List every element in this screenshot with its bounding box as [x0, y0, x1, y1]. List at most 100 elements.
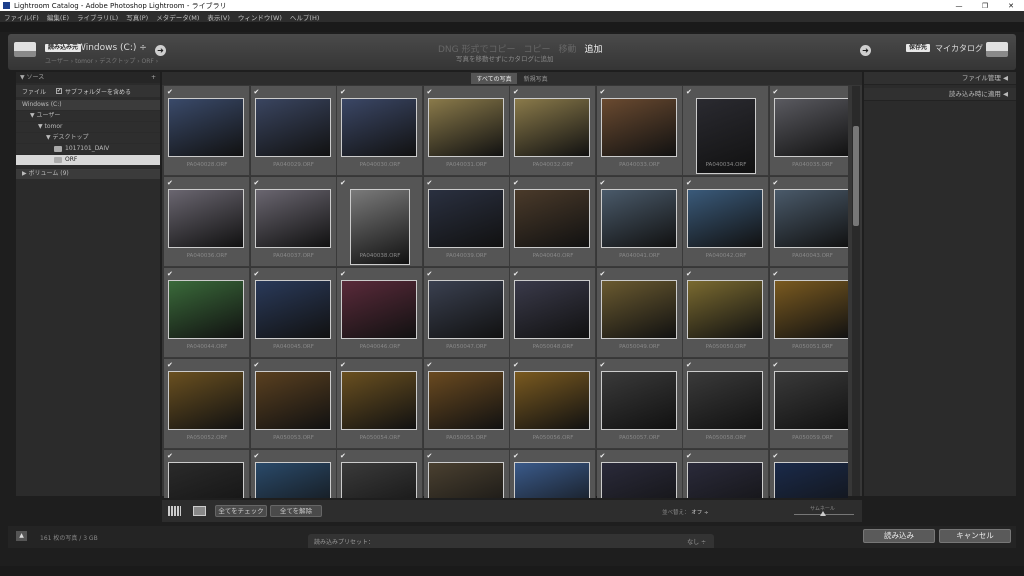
thumbnail-checkbox[interactable]: ✔ — [513, 88, 521, 96]
uncheck-all-button[interactable]: 全てを解除 — [270, 505, 322, 517]
apply-during-import-section[interactable]: 読み込み時に適用 ◀ — [864, 88, 1016, 101]
thumbnail-image[interactable] — [687, 280, 763, 339]
thumbnail-cell[interactable]: ✔ PA040035.ORF — [769, 86, 848, 176]
cancel-button[interactable]: キャンセル — [939, 529, 1011, 543]
thumbnail-checkbox[interactable]: ✔ — [340, 88, 348, 96]
include-subfolders-label[interactable]: サブフォルダーを含める — [65, 87, 131, 96]
thumbnail-checkbox[interactable]: ✔ — [167, 270, 175, 278]
thumbnail-cell[interactable]: ✔ — [250, 450, 337, 498]
thumbnail-checkbox[interactable]: ✔ — [167, 88, 175, 96]
thumbnail-image[interactable] — [427, 371, 504, 430]
thumbnail-cell[interactable]: ✔ PA040038.ORF — [337, 177, 423, 267]
thumbnail-cell[interactable]: ✔ PA040033.ORF — [596, 86, 683, 176]
thumbnail-image[interactable] — [427, 462, 504, 498]
thumbnail-checkbox[interactable]: ✔ — [600, 270, 608, 278]
thumbnail-cell[interactable]: ✔ PA050054.ORF — [337, 359, 423, 449]
menu-window[interactable]: ウィンドウ(W) — [238, 12, 282, 22]
thumbnail-image[interactable] — [600, 280, 677, 339]
thumbnail-cell[interactable]: ✔ PA050057.ORF — [596, 359, 683, 449]
collapse-arrow-icon[interactable]: ▲ — [16, 531, 27, 541]
thumbnail-image[interactable] — [773, 462, 848, 498]
grid-scrollbar[interactable] — [852, 86, 860, 496]
loupe-view-icon[interactable] — [193, 506, 206, 516]
thumbnail-cell[interactable]: ✔ — [164, 450, 250, 498]
thumbnail-checkbox[interactable]: ✔ — [513, 361, 521, 369]
source-panel-header[interactable]: ▼ ソース + — [16, 72, 160, 83]
minimize-button[interactable]: — — [946, 2, 972, 10]
volumes-header[interactable]: ▶ ボリューム (9) — [16, 169, 160, 179]
menu-file[interactable]: ファイル(F) — [4, 12, 39, 22]
thumbnail-cell[interactable]: ✔ — [423, 450, 510, 498]
thumbnail-image[interactable] — [514, 98, 590, 157]
thumbnail-checkbox[interactable]: ✔ — [600, 88, 608, 96]
thumbnail-checkbox[interactable]: ✔ — [686, 270, 694, 278]
maximize-button[interactable]: ❐ — [972, 2, 998, 10]
thumbnail-checkbox[interactable]: ✔ — [427, 361, 435, 369]
thumbnail-cell[interactable]: ✔ PA040044.ORF — [164, 268, 250, 358]
thumbnail-image[interactable] — [254, 280, 331, 339]
thumbnail-checkbox[interactable]: ✔ — [773, 179, 781, 187]
thumbnail-image[interactable] — [514, 462, 590, 498]
thumbnail-checkbox[interactable]: ✔ — [513, 270, 521, 278]
thumbnail-cell[interactable]: ✔ PA050053.ORF — [250, 359, 337, 449]
thumbnail-cell[interactable]: ✔ PA040042.ORF — [683, 177, 769, 267]
slider-knob[interactable] — [820, 511, 826, 516]
thumbnail-checkbox[interactable]: ✔ — [773, 452, 781, 460]
source-path[interactable]: ユーザー › tomor › デスクトップ › ORF › — [45, 56, 158, 65]
thumbnail-image[interactable] — [600, 189, 677, 248]
folder-tree-item[interactable]: ▼ デスクトップ — [16, 133, 160, 143]
thumbnail-image[interactable] — [168, 462, 244, 498]
folder-tree-item[interactable]: 1017101_DAIV — [16, 144, 160, 154]
thumbnail-checkbox[interactable]: ✔ — [600, 452, 608, 460]
menu-library[interactable]: ライブラリ(L) — [77, 12, 118, 22]
thumbnail-image[interactable] — [773, 98, 848, 157]
thumbnail-cell[interactable]: ✔ PA040029.ORF — [250, 86, 337, 176]
menu-metadata[interactable]: メタデータ(M) — [156, 12, 199, 22]
thumbnail-image[interactable] — [687, 462, 763, 498]
thumbnail-cell[interactable]: ✔ PA040034.ORF — [683, 86, 769, 176]
add-source-icon[interactable]: + — [151, 72, 156, 83]
include-subfolders-checkbox[interactable]: ✔ — [56, 88, 63, 94]
thumbnail-cell[interactable]: ✔ PA040032.ORF — [510, 86, 596, 176]
thumbnail-image[interactable] — [168, 371, 244, 430]
source-dropdown-icon[interactable]: ÷ — [139, 43, 147, 53]
thumbnail-image[interactable] — [514, 280, 590, 339]
file-handling-section[interactable]: ファイル管理 ◀ — [864, 72, 1016, 85]
thumbnail-checkbox[interactable]: ✔ — [254, 270, 262, 278]
menu-photo[interactable]: 写真(P) — [126, 12, 148, 22]
thumbnail-cell[interactable]: ✔ PA050059.ORF — [769, 359, 848, 449]
thumbnail-cell[interactable]: ✔ PA040030.ORF — [337, 86, 423, 176]
thumbnail-checkbox[interactable]: ✔ — [427, 88, 435, 96]
thumbnail-cell[interactable]: ✔ PA040028.ORF — [164, 86, 250, 176]
grid-view-icon[interactable] — [168, 506, 181, 516]
thumbnail-checkbox[interactable]: ✔ — [513, 179, 521, 187]
import-preset-bar[interactable]: 読み込みプリセット： なし ÷ — [308, 534, 714, 548]
thumbnail-cell[interactable]: ✔ — [683, 450, 769, 498]
import-preset-dropdown[interactable]: なし ÷ — [687, 537, 706, 546]
thumbnail-image[interactable] — [773, 189, 848, 248]
thumbnail-checkbox[interactable]: ✔ — [254, 179, 262, 187]
thumbnail-checkbox[interactable]: ✔ — [686, 179, 694, 187]
thumbnail-cell[interactable]: ✔ PA050050.ORF — [683, 268, 769, 358]
thumbnail-cell[interactable]: ✔ PA050058.ORF — [683, 359, 769, 449]
thumbnail-image[interactable] — [427, 280, 504, 339]
thumbnail-size-slider[interactable] — [794, 511, 854, 516]
top-panel-toggle-strip[interactable] — [0, 22, 1024, 32]
thumbnail-image[interactable] — [254, 98, 331, 157]
menu-edit[interactable]: 編集(E) — [47, 12, 69, 22]
thumbnail-image[interactable] — [254, 371, 331, 430]
thumbnail-cell[interactable]: ✔ PA040037.ORF — [250, 177, 337, 267]
thumbnail-cell[interactable]: ✔ PA040043.ORF — [769, 177, 848, 267]
thumbnail-checkbox[interactable]: ✔ — [600, 179, 608, 187]
thumbnail-checkbox[interactable]: ✔ — [427, 179, 435, 187]
thumbnail-checkbox[interactable]: ✔ — [686, 452, 694, 460]
thumbnail-checkbox[interactable]: ✔ — [686, 361, 694, 369]
thumbnail-cell[interactable]: ✔ PA050052.ORF — [164, 359, 250, 449]
thumbnail-cell[interactable]: ✔ PA040039.ORF — [423, 177, 510, 267]
thumbnail-cell[interactable]: ✔ — [596, 450, 683, 498]
thumbnail-cell[interactable]: ✔ PA040036.ORF — [164, 177, 250, 267]
scrollbar-handle[interactable] — [853, 126, 859, 226]
check-all-button[interactable]: 全てをチェック — [215, 505, 267, 517]
thumbnail-image[interactable] — [341, 98, 417, 157]
thumbnail-checkbox[interactable]: ✔ — [340, 452, 348, 460]
